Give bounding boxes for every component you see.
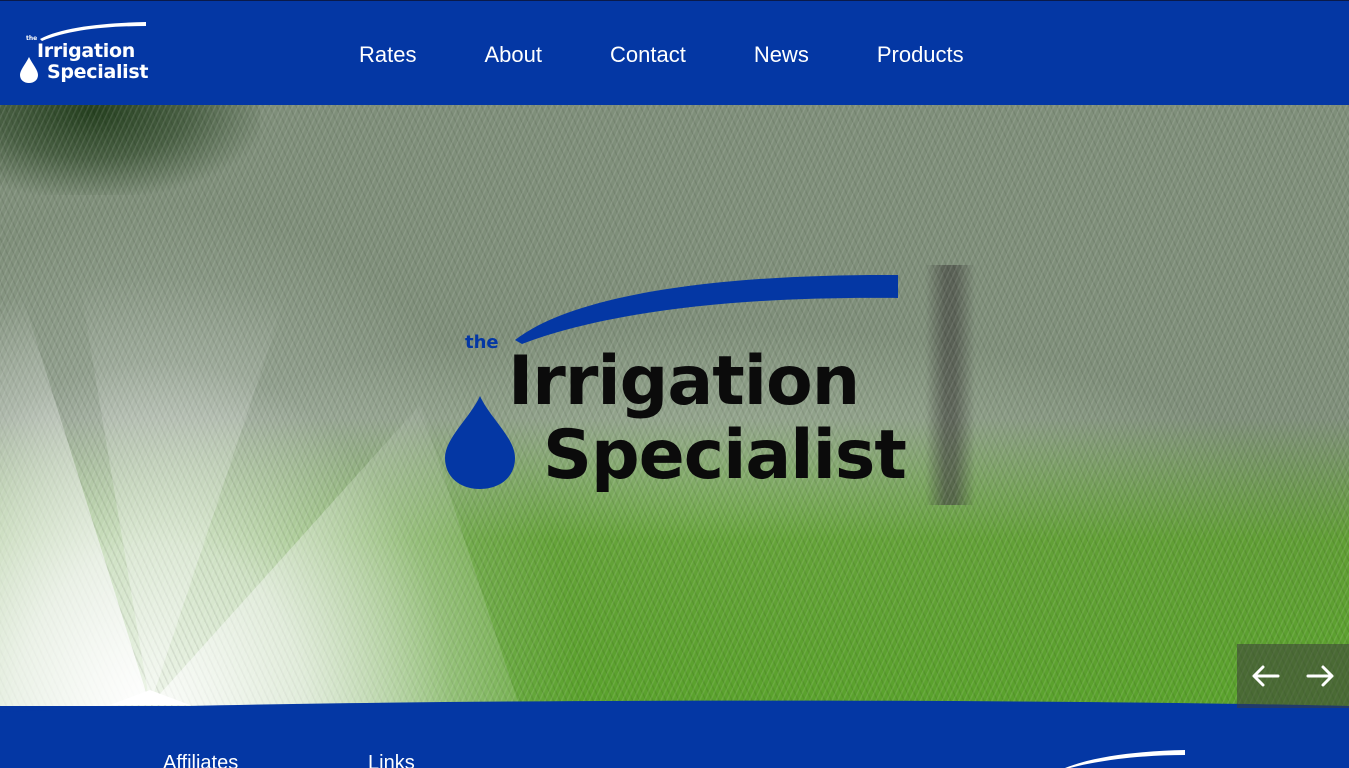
hero-slider: the Irrigation Specialist xyxy=(0,105,1349,708)
hero-logo-irrigation: Irrigation xyxy=(508,342,860,421)
footer-links-heading: Links xyxy=(368,752,415,768)
footer-logo-swoosh-icon xyxy=(1065,750,1185,768)
nav-rates[interactable]: Rates xyxy=(325,39,450,71)
main-nav: Rates About Contact News Products xyxy=(325,39,998,71)
nav-products[interactable]: Products xyxy=(843,39,998,71)
nav-news[interactable]: News xyxy=(720,39,843,71)
footer-affiliates-heading: Affiliates xyxy=(163,752,239,768)
slider-controls xyxy=(1237,644,1349,708)
hero-logo: the Irrigation Specialist xyxy=(440,270,920,515)
water-drop-icon xyxy=(20,57,38,83)
hero-logo-specialist: Specialist xyxy=(543,416,907,495)
arrow-right-icon xyxy=(1306,665,1334,687)
logo-word-specialist: Specialist xyxy=(47,61,149,83)
hero-logo-the: the xyxy=(465,332,499,353)
header-logo[interactable]: the Irrigation Specialist xyxy=(18,19,158,89)
logo-word-irrigation: Irrigation xyxy=(37,40,135,62)
water-drop-icon xyxy=(445,396,515,489)
logo-the: the xyxy=(26,35,38,42)
top-navigation-bar: the Irrigation Specialist Rates About Co… xyxy=(0,0,1349,105)
nav-about[interactable]: About xyxy=(450,39,576,71)
footer-wave xyxy=(0,700,1349,712)
logo-swoosh-icon xyxy=(515,274,898,344)
slider-next-button[interactable] xyxy=(1301,656,1341,696)
footer: Affiliates Links xyxy=(0,700,1349,768)
nav-contact[interactable]: Contact xyxy=(576,39,720,71)
arrow-left-icon xyxy=(1252,665,1280,687)
slider-prev-button[interactable] xyxy=(1245,656,1285,696)
